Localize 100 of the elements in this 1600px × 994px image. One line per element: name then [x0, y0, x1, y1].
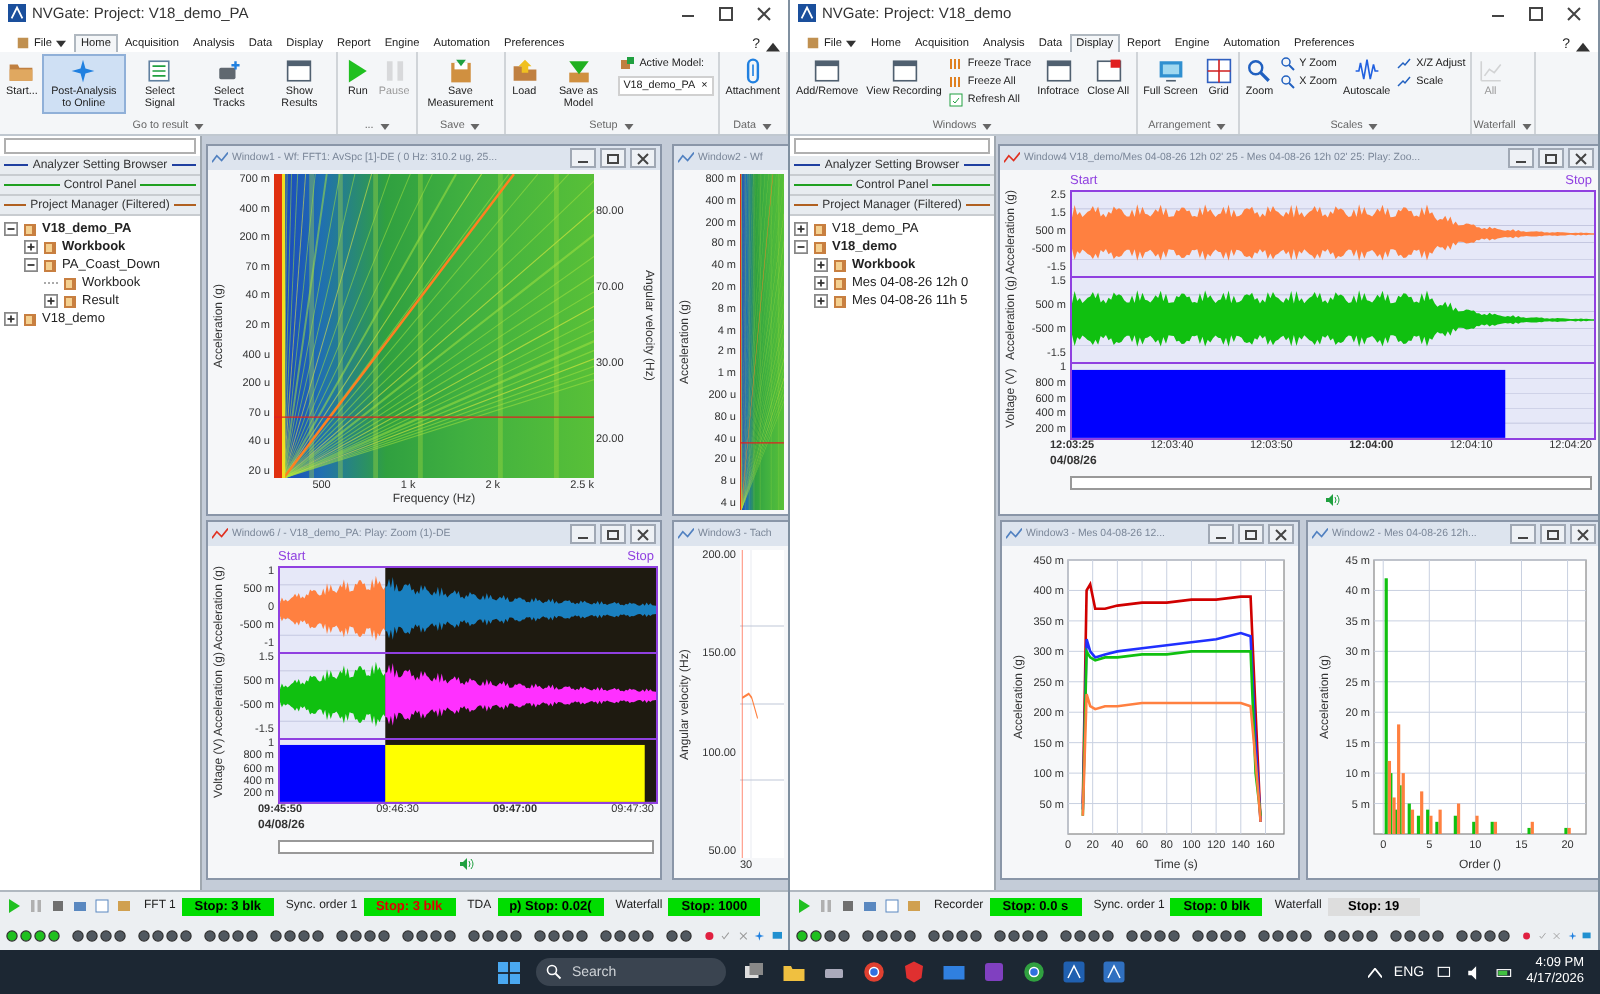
list-icon — [146, 58, 173, 84]
battery-icon[interactable] — [1496, 963, 1515, 981]
stop-icon[interactable] — [840, 898, 856, 915]
model-icon — [619, 56, 636, 72]
window-icon — [891, 58, 917, 84]
close-icon — [1570, 151, 1592, 165]
restore-icon — [1540, 151, 1562, 165]
monitor-icon[interactable] — [771, 927, 782, 944]
sparkle-icon — [70, 58, 97, 84]
expand-toggle[interactable] — [24, 240, 38, 254]
network-icon[interactable] — [1436, 963, 1455, 981]
expand-toggle[interactable] — [44, 294, 58, 308]
close-icon — [632, 527, 654, 541]
restore-button[interactable] — [600, 524, 626, 544]
minimize-button[interactable] — [1508, 148, 1534, 168]
zoom-icon — [1246, 58, 1273, 84]
minimize-button[interactable] — [1208, 524, 1234, 544]
restore-icon — [602, 151, 624, 165]
scrollbar[interactable] — [278, 840, 654, 854]
expand-toggle[interactable] — [814, 294, 828, 308]
play-icon — [796, 898, 812, 915]
record-icon[interactable] — [704, 927, 715, 944]
restore-icon — [602, 527, 624, 541]
maximize-icon — [714, 3, 738, 23]
file-icon — [806, 36, 820, 50]
collapse-toggle[interactable] — [24, 258, 38, 272]
close-button[interactable] — [1268, 524, 1294, 544]
app-icon[interactable] — [981, 960, 1006, 984]
expand-toggle[interactable] — [794, 222, 808, 236]
close-icon — [752, 3, 776, 23]
caret-icon — [846, 39, 857, 47]
expand-toggle[interactable] — [814, 276, 828, 290]
pause-icon — [381, 58, 408, 84]
close-icon — [1562, 3, 1586, 23]
refresh-icon — [947, 92, 964, 108]
scrollbar[interactable] — [1070, 476, 1592, 490]
folder-icon[interactable] — [781, 960, 806, 984]
window-icon — [212, 151, 228, 165]
app-logo-icon[interactable] — [1101, 960, 1126, 984]
expand-toggle[interactable] — [814, 258, 828, 272]
minimize-button[interactable] — [570, 524, 596, 544]
restore-button[interactable] — [600, 148, 626, 168]
task-view-icon[interactable] — [741, 960, 766, 984]
start-button[interactable] — [497, 961, 520, 983]
window-icon — [678, 527, 694, 541]
mail-icon[interactable] — [941, 960, 966, 984]
browser-icon[interactable] — [1021, 960, 1046, 984]
window-icon — [1006, 527, 1022, 541]
restore-button[interactable] — [1238, 524, 1264, 544]
stop-icon[interactable] — [50, 898, 66, 915]
file-icon — [16, 36, 30, 50]
check-icon[interactable] — [1537, 927, 1547, 944]
pause-icon — [28, 898, 44, 915]
search-icon — [545, 964, 562, 980]
restore-button[interactable] — [1540, 524, 1566, 544]
close-button[interactable] — [1568, 148, 1594, 168]
collapse-toggle[interactable] — [4, 222, 18, 236]
dropdown-field[interactable] — [794, 138, 990, 154]
minimize-button[interactable] — [1510, 524, 1536, 544]
caret-icon — [56, 39, 67, 47]
record-icon[interactable] — [1522, 927, 1532, 944]
dropdown-field[interactable] — [4, 138, 196, 154]
chart-icon — [1477, 58, 1504, 84]
close-icon — [1270, 527, 1292, 541]
browser-icon[interactable] — [861, 960, 886, 984]
collapse-toggle[interactable] — [794, 240, 808, 254]
grid-icon — [1205, 58, 1232, 84]
close-button[interactable] — [630, 148, 656, 168]
waveform-icon — [1353, 58, 1380, 84]
window-icon — [1004, 151, 1020, 165]
shield-icon[interactable] — [901, 960, 926, 984]
close-button[interactable] — [630, 524, 656, 544]
minimize-button[interactable] — [570, 148, 596, 168]
window-close-icon — [1095, 58, 1122, 84]
window-icon — [1312, 527, 1328, 541]
sparkle-icon[interactable] — [754, 927, 766, 944]
restore-icon — [1542, 527, 1564, 541]
close-icon — [1572, 527, 1594, 541]
restore-icon — [1240, 527, 1262, 541]
device-icon — [215, 58, 242, 84]
window-icon — [814, 58, 841, 84]
expand-toggle[interactable] — [4, 312, 18, 326]
save-icon — [447, 58, 474, 84]
play-icon — [344, 58, 371, 84]
caret-icon[interactable] — [1367, 967, 1382, 977]
window-icon — [1045, 58, 1072, 84]
restore-button[interactable] — [1538, 148, 1564, 168]
monitor-icon — [1157, 58, 1184, 84]
sparkle-icon[interactable] — [1567, 927, 1577, 944]
check-icon[interactable] — [720, 927, 732, 944]
close-icon — [632, 151, 654, 165]
app-logo-icon[interactable] — [1061, 960, 1086, 984]
window-icon — [286, 58, 313, 84]
load-icon — [511, 58, 538, 84]
book-icon — [22, 311, 38, 327]
maximize-icon — [1524, 3, 1548, 23]
monitor-icon[interactable] — [1582, 927, 1592, 944]
arrow-down-icon — [565, 58, 592, 84]
window-icon — [678, 151, 694, 165]
close-button[interactable] — [1570, 524, 1596, 544]
